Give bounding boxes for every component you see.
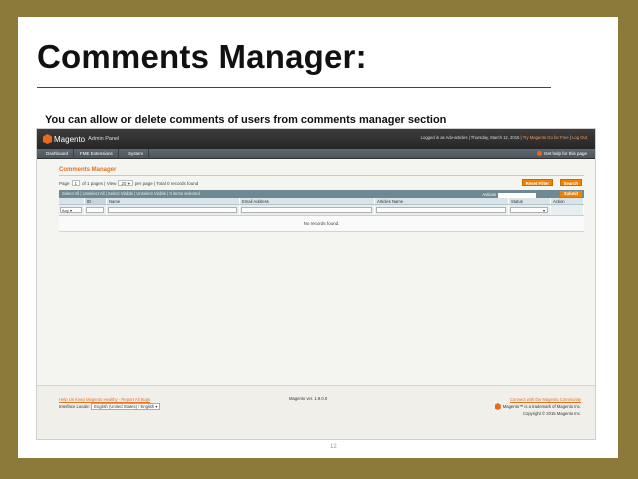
page-title-divider	[59, 175, 584, 176]
magento-logo[interactable]: Magento Admin Panel	[43, 134, 119, 144]
col-id[interactable]: ID ↓	[85, 198, 107, 204]
page-input[interactable]: 1	[71, 180, 81, 186]
filter-action-cell	[551, 205, 584, 215]
panel-label: Admin Panel	[88, 136, 120, 142]
slide-subtitle: You can allow or delete comments of user…	[45, 114, 447, 126]
submit-button[interactable]: Submit	[559, 191, 582, 197]
trademark-text: Magento™ is a trademark of Magento Inc.	[502, 404, 581, 409]
filter-any-value: Any	[62, 208, 69, 213]
admin-footer: Help Us Keep Magento Healthy - Report Al…	[37, 385, 595, 439]
filter-id-input[interactable]	[86, 207, 104, 213]
massaction-bar: Select All | Unselect All | Select Visib…	[59, 190, 584, 198]
filter-name-input[interactable]	[108, 207, 237, 213]
locale-select[interactable]: English (United States) / English ▾	[91, 403, 161, 410]
grid-filter-row: Any ▾ ▾	[59, 205, 584, 216]
title-divider	[37, 87, 551, 88]
slide-title: Comments Manager:	[37, 38, 367, 75]
grid-header-row: ID ↓ Name Email Address Articles Name St…	[59, 198, 584, 205]
logged-in-text: Logged in as Adv-articles | Thursday, Ma…	[420, 135, 522, 140]
locale-value: English (United States) / English	[94, 404, 155, 409]
trademark-row: Magento™ is a trademark of Magento Inc.	[494, 403, 581, 410]
header-user-info: Logged in as Adv-articles | Thursday, Ma…	[421, 135, 587, 140]
page-title: Comments Manager	[59, 167, 117, 173]
community-link[interactable]: Connect with the Magento Community	[495, 396, 581, 403]
admin-header: Magento Admin Panel Logged in as Adv-art…	[37, 129, 595, 149]
footer-left: Help Us Keep Magento Healthy - Report Al…	[59, 396, 161, 410]
col-email[interactable]: Email Address	[240, 198, 375, 204]
locale-row: Interface Locale: English (United States…	[59, 403, 161, 410]
filter-any-select[interactable]: Any ▾	[60, 207, 82, 213]
col-checkbox	[59, 198, 85, 204]
locale-label: Interface Locale:	[59, 404, 90, 409]
per-page-value: 20	[121, 181, 127, 186]
nav-item-dashboard[interactable]: Dashboard	[41, 149, 75, 159]
brand-name: Magento	[54, 134, 86, 144]
col-id-label: ID	[87, 199, 92, 204]
magento-logo-icon	[43, 134, 52, 144]
filter-article-input[interactable]	[376, 207, 506, 213]
copyright-text: Copyright © 2015 Magento Inc.	[522, 411, 581, 416]
filter-article-cell	[375, 205, 509, 215]
filter-any-cell: Any ▾	[59, 205, 85, 215]
help-link[interactable]: Get help for this page	[536, 151, 587, 156]
slide-page-number: 12	[330, 444, 337, 450]
reset-filter-button[interactable]: Reset Filter	[521, 179, 553, 186]
magento-small-logo-icon	[494, 403, 501, 410]
search-button[interactable]: Search	[559, 179, 582, 186]
col-name[interactable]: Name	[107, 198, 240, 204]
col-action: Action	[551, 198, 584, 204]
per-page-text: per page | Total 0 records found	[134, 180, 199, 186]
logout-link[interactable]: Log Out	[572, 135, 587, 140]
filter-email-cell	[240, 205, 375, 215]
page-label: Page	[59, 180, 70, 186]
no-records-message: No records found.	[59, 216, 584, 232]
of-pages-text: of 1 pages | View	[82, 180, 117, 186]
mass-select-links[interactable]: Select All | Unselect All | Select Visib…	[62, 191, 200, 196]
main-nav: Dashboard FME Extensions System Get help…	[37, 149, 595, 159]
filter-name-cell	[107, 205, 240, 215]
sort-arrow-icon: ↓	[92, 199, 95, 204]
magento-version: Magento ver. 1.9.0.0	[289, 396, 328, 401]
actions-select[interactable]	[498, 192, 536, 198]
col-article-name[interactable]: Articles Name	[375, 198, 509, 204]
footer-right: Connect with the Magento Community Magen…	[494, 396, 581, 417]
filter-status-select[interactable]: ▾	[510, 207, 548, 213]
help-label: Get help for this page	[543, 151, 587, 156]
pager: Page 1 of 1 pages | View 20 ▾ per page |…	[59, 180, 198, 186]
help-icon	[536, 151, 542, 156]
nav-item-system[interactable]: System	[123, 149, 150, 159]
try-magento-link[interactable]: Try Magento Go for Free	[523, 135, 569, 140]
admin-screenshot: Magento Admin Panel Logged in as Adv-art…	[36, 128, 596, 440]
filter-id-cell	[85, 205, 107, 215]
filter-email-input[interactable]	[241, 207, 372, 213]
col-status[interactable]: Status	[509, 198, 551, 204]
comments-grid: ID ↓ Name Email Address Articles Name St…	[59, 198, 584, 232]
filter-status-cell: ▾	[509, 205, 551, 215]
per-page-select[interactable]: 20 ▾	[118, 180, 133, 186]
nav-item-fme-extensions[interactable]: FME Extensions	[75, 149, 119, 159]
report-bugs-link[interactable]: Help Us Keep Magento Healthy - Report Al…	[59, 396, 160, 403]
